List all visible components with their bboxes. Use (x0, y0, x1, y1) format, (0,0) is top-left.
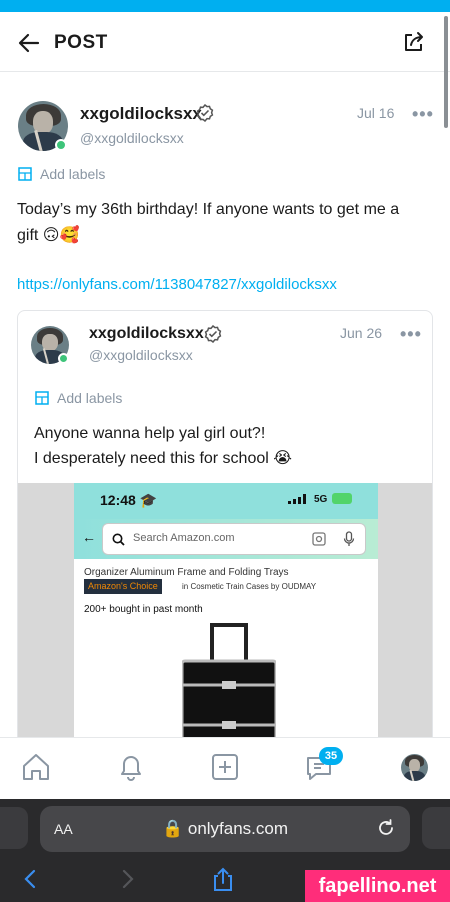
battery-icon (332, 493, 352, 504)
author-name[interactable]: xxgoldilocksxx (89, 325, 204, 343)
add-labels-text: Add labels (57, 390, 123, 406)
phone-time: 12:48 🎓 (100, 492, 158, 508)
back-arrow-icon[interactable] (16, 30, 42, 56)
post-media-image[interactable]: 12:48 🎓 5G ← Search Amazon.com Organizer… (18, 483, 432, 759)
bought-count: 200+ bought in past month (84, 604, 203, 615)
author-handle[interactable]: @xxgoldilocksxx (80, 130, 184, 146)
watermark: fapellino.net (305, 870, 450, 902)
browser-share-icon[interactable] (210, 866, 236, 892)
page-title: POST (54, 32, 108, 53)
label-icon (18, 167, 32, 181)
post-link[interactable]: https://onlyfans.com/1138047827/xxgoldil… (17, 276, 337, 293)
camera-scan-icon (312, 532, 326, 546)
quoted-post[interactable]: xxgoldilocksxx @xxgoldilocksxx Jun 26 ••… (17, 310, 433, 760)
url-text[interactable]: 🔒 onlyfans.com (40, 819, 410, 839)
scrollbar[interactable] (444, 16, 448, 128)
top-accent-bar (0, 0, 450, 12)
browser-forward-icon[interactable] (114, 866, 140, 892)
verified-icon (196, 104, 214, 122)
amazons-choice-badge: Amazon's Choice (84, 579, 162, 594)
share-icon[interactable] (402, 30, 428, 56)
page-header: POST (0, 12, 450, 72)
screenshot-phone: 12:48 🎓 5G ← Search Amazon.com Organizer… (74, 483, 378, 759)
signal-icon (288, 494, 306, 504)
back-arrow-icon: ← (82, 529, 96, 545)
address-bar[interactable]: AA 🔒 onlyfans.com (40, 806, 410, 852)
next-tab[interactable] (422, 807, 450, 849)
add-labels-text: Add labels (40, 166, 106, 182)
previous-tab[interactable] (0, 807, 28, 849)
post-text-line: gift 🙃🥰 (17, 227, 80, 244)
network-label: 5G (314, 494, 328, 505)
messages-badge: 35 (319, 747, 343, 765)
choice-category: in Cosmetic Train Cases by OUDMAY (182, 582, 317, 591)
browser-back-icon[interactable] (18, 866, 44, 892)
online-status-dot (55, 139, 67, 151)
add-labels-button[interactable]: Add labels (35, 390, 122, 406)
post-text-line: I desperately need this for school 😭 (34, 450, 292, 467)
amazon-search-bar: ← Search Amazon.com (74, 519, 378, 559)
verified-icon (204, 325, 222, 343)
post-text-line: Today’s my 36th birthday! If anyone want… (17, 201, 400, 218)
bottom-navigation (0, 737, 450, 799)
label-icon (35, 391, 49, 405)
author-handle[interactable]: @xxgoldilocksxx (89, 347, 193, 363)
phone-status-bar: 12:48 🎓 5G (74, 483, 378, 519)
post-date: Jun 26 (340, 325, 383, 341)
bell-icon[interactable] (116, 752, 146, 782)
profile-avatar[interactable] (401, 754, 428, 781)
online-status-dot (58, 353, 69, 364)
author-name[interactable]: xxgoldilocksxx (80, 104, 202, 124)
reload-icon[interactable] (376, 818, 396, 838)
microphone-icon (343, 531, 355, 546)
search-icon (112, 533, 125, 546)
more-options-button[interactable]: ••• (412, 104, 434, 125)
add-labels-button[interactable]: Add labels (18, 166, 105, 182)
home-icon[interactable] (21, 752, 51, 782)
product-title: Organizer Aluminum Frame and Folding Tra… (84, 567, 289, 578)
add-post-icon[interactable] (210, 752, 240, 782)
amazon-search-placeholder: Search Amazon.com (133, 532, 235, 544)
more-options-button[interactable]: ••• (400, 324, 422, 345)
post-text-line: Anyone wanna help yal girl out?! (34, 425, 266, 442)
post-date: Jul 16 (357, 105, 395, 121)
amazon-search-field: Search Amazon.com (102, 523, 366, 555)
